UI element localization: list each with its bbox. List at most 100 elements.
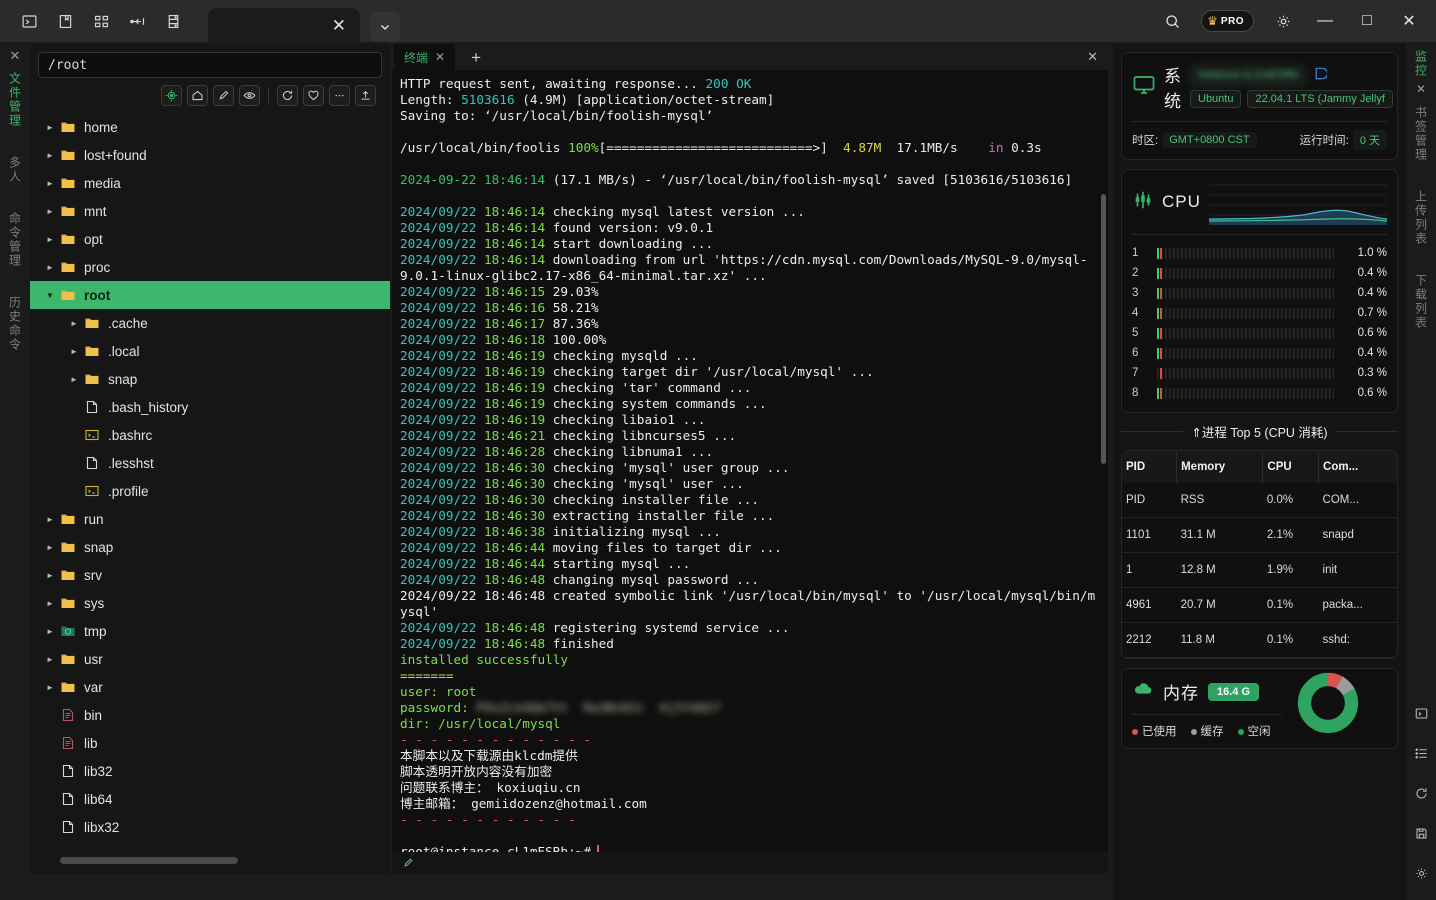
tree-item-snap[interactable]: ►snap <box>30 365 390 393</box>
table-row[interactable]: 496120.7 M0.1%packa... <box>1122 588 1397 623</box>
tree-item-lib32[interactable]: lib32 <box>30 757 390 785</box>
table-row[interactable]: 110131.1 M2.1%snapd <box>1122 518 1397 553</box>
tree-item-lib64[interactable]: lib64 <box>30 785 390 813</box>
eye-icon[interactable] <box>239 85 260 106</box>
list-icon[interactable] <box>1410 742 1432 764</box>
terminal-scrollbar[interactable] <box>1101 194 1106 464</box>
file-tree[interactable]: ►home►lost+found►media►mnt►opt►proc▼root… <box>30 113 390 848</box>
table-row[interactable]: 112.8 M1.9%init <box>1122 553 1397 588</box>
tree-item-lost-found[interactable]: ►lost+found <box>30 141 390 169</box>
pro-badge[interactable]: ♛ PRO <box>1201 10 1254 32</box>
rail-item-upload-list[interactable]: 上传列表 <box>1413 190 1430 246</box>
tree-item-tmp[interactable]: ►tmp <box>30 617 390 645</box>
grid-icon[interactable] <box>88 8 114 34</box>
chevron-right-icon[interactable]: ► <box>46 151 60 160</box>
close-icon[interactable]: ✕ <box>328 17 350 34</box>
tree-item--lesshst[interactable]: .lesshst <box>30 449 390 477</box>
chevron-right-icon[interactable]: ► <box>46 123 60 132</box>
tree-item-usr[interactable]: ►usr <box>30 645 390 673</box>
pen-icon[interactable] <box>213 85 234 106</box>
rail-item-multiuser[interactable]: 多人 <box>7 156 24 184</box>
terminal-icon[interactable] <box>1410 702 1432 724</box>
more-icon[interactable] <box>329 85 350 106</box>
horizontal-scrollbar[interactable] <box>60 857 238 864</box>
terminal-panel-close-icon[interactable]: ✕ <box>1087 49 1098 65</box>
add-terminal-tab-button[interactable]: + <box>471 49 481 66</box>
close-icon[interactable]: ✕ <box>1416 82 1426 96</box>
path-input[interactable]: /root <box>38 52 382 78</box>
home-icon[interactable] <box>187 85 208 106</box>
locate-icon[interactable] <box>161 85 182 106</box>
tree-item-sbin[interactable]: sbin <box>30 841 390 848</box>
terminal-tab[interactable]: 终端 ✕ <box>394 44 455 70</box>
terminal-icon[interactable] <box>16 8 42 34</box>
chevron-right-icon[interactable]: ► <box>46 179 60 188</box>
chevron-down-icon[interactable] <box>370 12 400 42</box>
tree-item--cache[interactable]: ►.cache <box>30 309 390 337</box>
chevron-right-icon[interactable]: ► <box>46 599 60 608</box>
chevron-right-icon[interactable]: ► <box>46 683 60 692</box>
chevron-right-icon[interactable]: ► <box>46 207 60 216</box>
heart-icon[interactable] <box>303 85 324 106</box>
chevron-right-icon[interactable]: ► <box>70 375 84 384</box>
gear-icon[interactable] <box>1410 862 1432 884</box>
tree-item-mnt[interactable]: ►mnt <box>30 197 390 225</box>
minimize-button[interactable]: — <box>1306 4 1344 38</box>
refresh-icon[interactable] <box>1410 782 1432 804</box>
memory-legend-item[interactable]: 空闲 <box>1238 723 1271 739</box>
tree-item--bash-history[interactable]: .bash_history <box>30 393 390 421</box>
maximize-button[interactable]: □ <box>1348 4 1386 38</box>
table-row[interactable]: PIDRSS0.0%COM... <box>1122 483 1397 518</box>
rail-item-command-manager[interactable]: 命令管理 <box>7 212 24 268</box>
chevron-down-icon[interactable]: ▼ <box>46 291 60 300</box>
chevron-right-icon[interactable]: ► <box>70 347 84 356</box>
tree-item-var[interactable]: ►var <box>30 673 390 701</box>
chevron-right-icon[interactable]: ► <box>46 235 60 244</box>
table-row[interactable]: 221211.8 M0.1%sshd: <box>1122 623 1397 658</box>
tree-item-srv[interactable]: ►srv <box>30 561 390 589</box>
search-icon[interactable] <box>1153 4 1191 38</box>
book-icon[interactable] <box>52 8 78 34</box>
table-column-header[interactable]: CPU <box>1263 451 1319 483</box>
tree-item-proc[interactable]: ►proc <box>30 253 390 281</box>
tree-item--bashrc[interactable]: .bashrc <box>30 421 390 449</box>
table-column-header[interactable]: Com... <box>1319 451 1397 483</box>
rail-item-command-history[interactable]: 历史命令 <box>7 296 24 352</box>
gear-icon[interactable] <box>1264 4 1302 38</box>
tree-item--profile[interactable]: .profile <box>30 477 390 505</box>
chevron-right-icon[interactable]: ► <box>46 627 60 636</box>
tree-item-lib[interactable]: lib <box>30 729 390 757</box>
upload-icon[interactable] <box>355 85 376 106</box>
tree-item-media[interactable]: ►media <box>30 169 390 197</box>
table-column-header[interactable]: PID <box>1122 451 1177 483</box>
close-icon[interactable]: ✕ <box>435 50 445 64</box>
rail-item-file-manager[interactable]: 文件管理 <box>7 72 24 128</box>
server-icon[interactable] <box>160 8 186 34</box>
rail-item-monitor[interactable]: 监控 <box>1413 50 1430 78</box>
memory-legend-item[interactable]: 缓存 <box>1191 723 1224 739</box>
window-close-button[interactable]: ✕ <box>1390 4 1428 38</box>
chevron-right-icon[interactable]: ► <box>70 319 84 328</box>
rail-item-bookmarks[interactable]: 书签管理 <box>1413 106 1430 162</box>
save-icon[interactable] <box>1410 822 1432 844</box>
chevron-right-icon[interactable]: ► <box>46 543 60 552</box>
chevron-right-icon[interactable]: ► <box>46 655 60 664</box>
rail-item-download-list[interactable]: 下载列表 <box>1413 274 1430 330</box>
refresh-icon[interactable] <box>277 85 298 106</box>
tree-item-home[interactable]: ►home <box>30 113 390 141</box>
tree-item-run[interactable]: ►run <box>30 505 390 533</box>
tree-item-opt[interactable]: ►opt <box>30 225 390 253</box>
tree-item-root[interactable]: ▼root <box>30 281 390 309</box>
window-tab[interactable]: ✕ <box>208 8 360 42</box>
tree-item-libx32[interactable]: libx32 <box>30 813 390 841</box>
table-column-header[interactable]: Memory <box>1177 451 1263 483</box>
memory-legend-item[interactable]: 已使用 <box>1132 723 1177 739</box>
chevron-right-icon[interactable]: ► <box>46 571 60 580</box>
tree-item-bin[interactable]: bin <box>30 701 390 729</box>
chevron-right-icon[interactable]: ► <box>46 263 60 272</box>
terminal-output[interactable]: HTTP request sent, awaiting response... … <box>392 70 1108 856</box>
tree-item--local[interactable]: ►.local <box>30 337 390 365</box>
tree-item-sys[interactable]: ►sys <box>30 589 390 617</box>
chevron-right-icon[interactable]: ► <box>46 515 60 524</box>
close-icon[interactable]: ✕ <box>10 48 21 64</box>
